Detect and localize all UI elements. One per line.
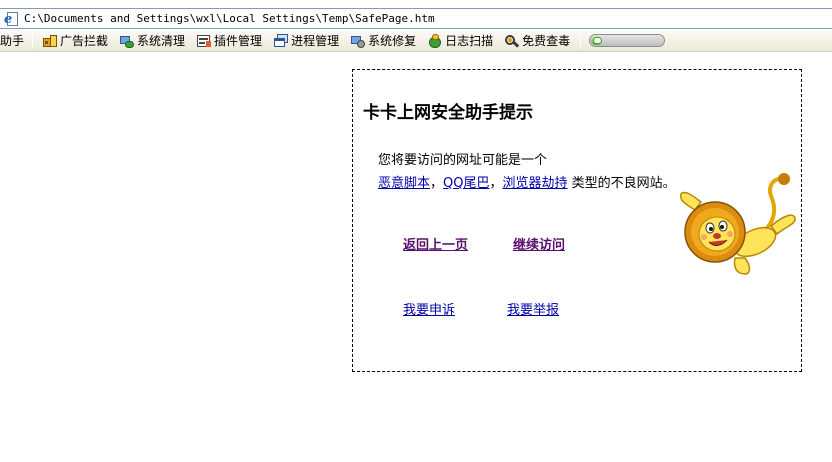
plugin-manage-button[interactable]: 插件管理 [193,31,265,51]
plugin-manage-icon [196,33,212,49]
system-clean-button[interactable]: 系统清理 [116,31,188,51]
comma: ， [489,176,503,191]
warning-message-suffix: 类型的不良网站。 [567,176,676,191]
continue-visit-link[interactable]: 继续访问 [513,234,565,253]
system-repair-icon [350,33,366,49]
system-clean-icon [119,33,135,49]
system-repair-button[interactable]: 系统修复 [347,31,419,51]
qq-tail-link[interactable]: QQ尾巴 [443,176,489,191]
process-manage-label: 进程管理 [291,34,340,48]
warning-message-line1: 您将要访问的网址可能是一个 [378,153,548,168]
ad-block-button[interactable]: 广告拦截 [39,31,111,51]
malicious-script-link[interactable]: 恶意脚本 [378,176,430,191]
ad-block-icon [42,33,58,49]
plugin-manage-label: 插件管理 [214,34,263,48]
warning-title: 卡卡上网安全助手提示 [363,103,533,123]
toolbar-helper-label[interactable]: 助手 [0,32,24,49]
warning-message-line2: 恶意脚本，QQ尾巴，浏览器劫持 类型的不良网站。 [378,172,676,191]
process-manage-icon [273,33,289,49]
report-link[interactable]: 我要举报 [507,299,559,318]
log-scan-button[interactable]: 日志扫描 [424,31,496,51]
toolbar-separator [580,32,582,49]
log-scan-icon [427,33,443,49]
go-back-link[interactable]: 返回上一页 [403,234,468,253]
address-url[interactable]: C:\Documents and Settings\wxl\Local Sett… [24,12,435,25]
log-scan-label: 日志扫描 [445,34,494,48]
kaka-toolbar: 助手 广告拦截 系统清理 插件管理 进程管理 系统修复 日志扫描 免费查毒 [0,30,832,52]
lion-mascot-icon [679,173,796,275]
system-repair-label: 系统修复 [368,34,417,48]
comma: ， [430,176,444,191]
virus-scan-icon [504,33,520,49]
virus-scan-button[interactable]: 免费查毒 [501,31,573,51]
scan-progress-knob [593,37,603,44]
virus-scan-label: 免费查毒 [522,34,571,48]
scan-progress-bar [589,34,666,47]
complain-link[interactable]: 我要申诉 [403,299,455,318]
ie-page-icon: e [4,11,20,27]
address-bar[interactable]: e C:\Documents and Settings\wxl\Local Se… [0,8,832,29]
system-clean-label: 系统清理 [137,34,186,48]
ad-block-label: 广告拦截 [60,34,109,48]
toolbar-separator [32,32,34,49]
security-warning-panel: 卡卡上网安全助手提示 您将要访问的网址可能是一个 恶意脚本，QQ尾巴，浏览器劫持… [352,69,802,372]
browser-hijack-link[interactable]: 浏览器劫持 [503,176,568,191]
process-manage-button[interactable]: 进程管理 [270,31,342,51]
